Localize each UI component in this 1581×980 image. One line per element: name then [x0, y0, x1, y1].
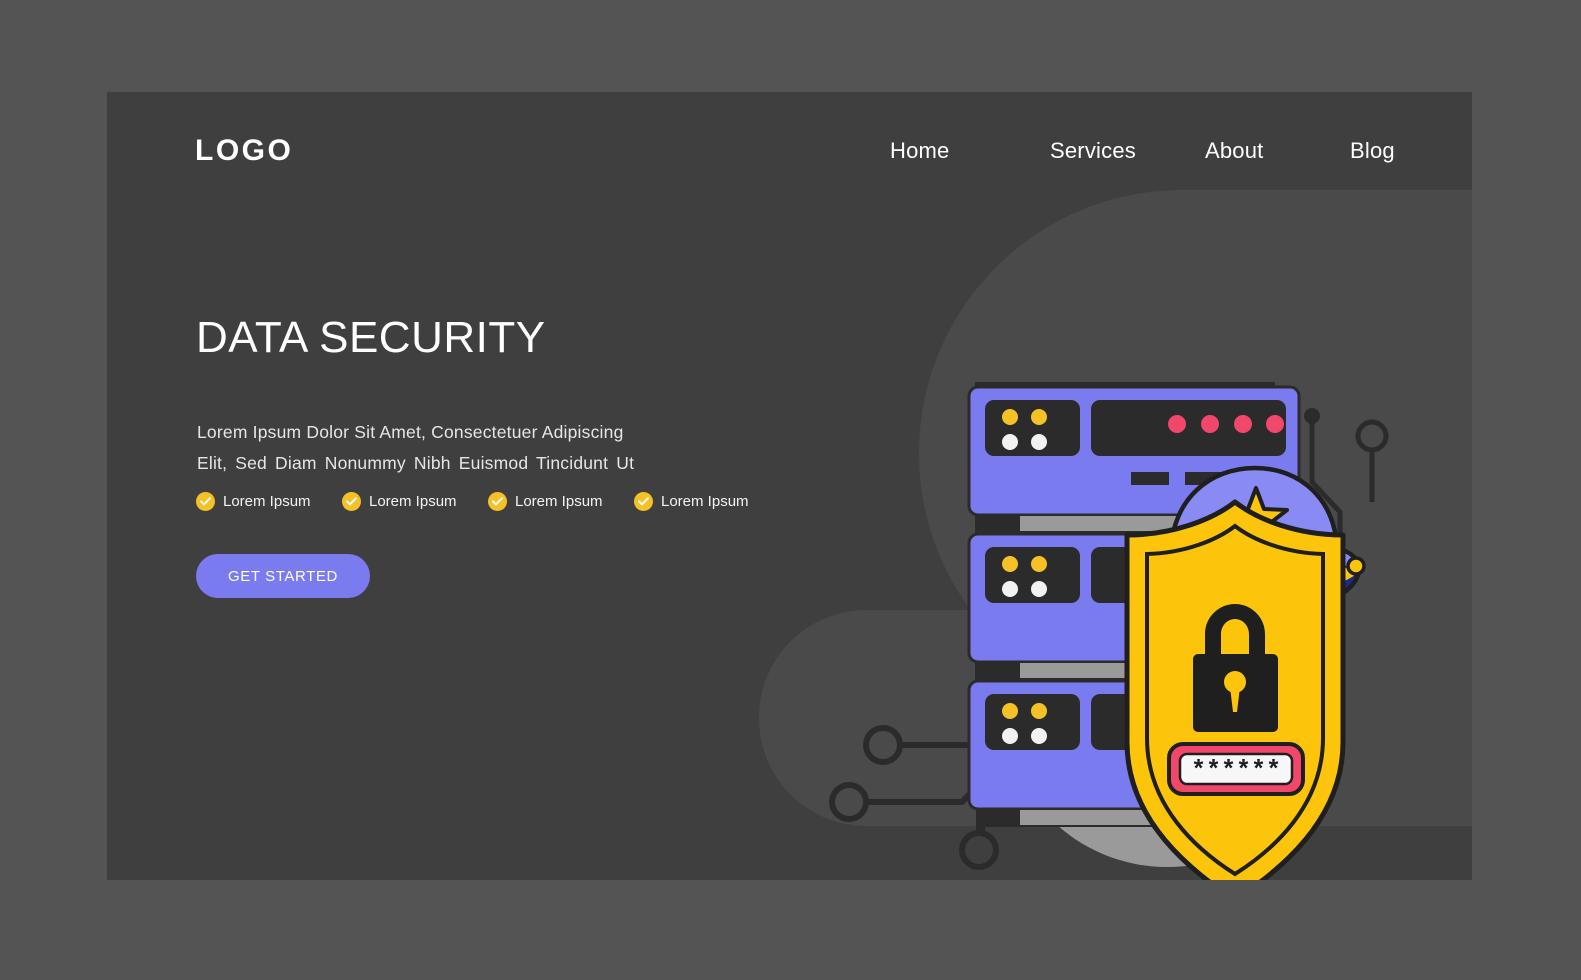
hero-subtitle: Lorem Ipsum Dolor Sit Amet, Consectetuer…	[197, 417, 635, 479]
check-circle-icon	[196, 492, 215, 511]
feature-item: Lorem Ipsum	[342, 492, 488, 511]
feature-label: Lorem Ipsum	[369, 493, 457, 510]
feature-item: Lorem Ipsum	[488, 492, 634, 511]
feature-label: Lorem Ipsum	[661, 493, 749, 510]
feature-label: Lorem Ipsum	[223, 493, 311, 510]
page-title: DATA SECURITY	[196, 313, 546, 362]
check-circle-icon	[342, 492, 361, 511]
security-shield: ******	[1124, 499, 1346, 880]
get-started-button[interactable]: GET STARTED	[196, 554, 370, 598]
hero-subtitle-line-2: Elit, Sed Diam Nonummy Nibh Euismod Tinc…	[197, 453, 635, 474]
password-field: ******	[1167, 742, 1305, 796]
check-circle-icon	[634, 492, 653, 511]
nav-item-services[interactable]: Services	[1050, 138, 1205, 164]
feature-item: Lorem Ipsum	[634, 492, 749, 511]
data-security-illustration: ******	[807, 182, 1427, 880]
nav-item-home[interactable]: Home	[890, 138, 1050, 164]
password-value: ******	[1191, 756, 1281, 785]
check-circle-icon	[488, 492, 507, 511]
feature-item: Lorem Ipsum	[196, 492, 342, 511]
hero-subtitle-line-1: Lorem Ipsum Dolor Sit Amet, Consectetuer…	[197, 422, 624, 442]
circuit-node-solid	[1304, 408, 1320, 424]
feature-label: Lorem Ipsum	[515, 493, 603, 510]
nav-item-blog[interactable]: Blog	[1350, 138, 1420, 164]
logo[interactable]: LOGO	[195, 136, 293, 166]
screenshot-root: LOGO Home Services About Blog DATA SECUR…	[0, 0, 1581, 980]
feature-list: Lorem Ipsum Lorem Ipsum Lorem Ipsum Lore…	[196, 492, 749, 511]
main-navigation: Home Services About Blog	[890, 138, 1420, 164]
nav-item-about[interactable]: About	[1205, 138, 1350, 164]
landing-page-card: LOGO Home Services About Blog DATA SECUR…	[107, 92, 1472, 880]
